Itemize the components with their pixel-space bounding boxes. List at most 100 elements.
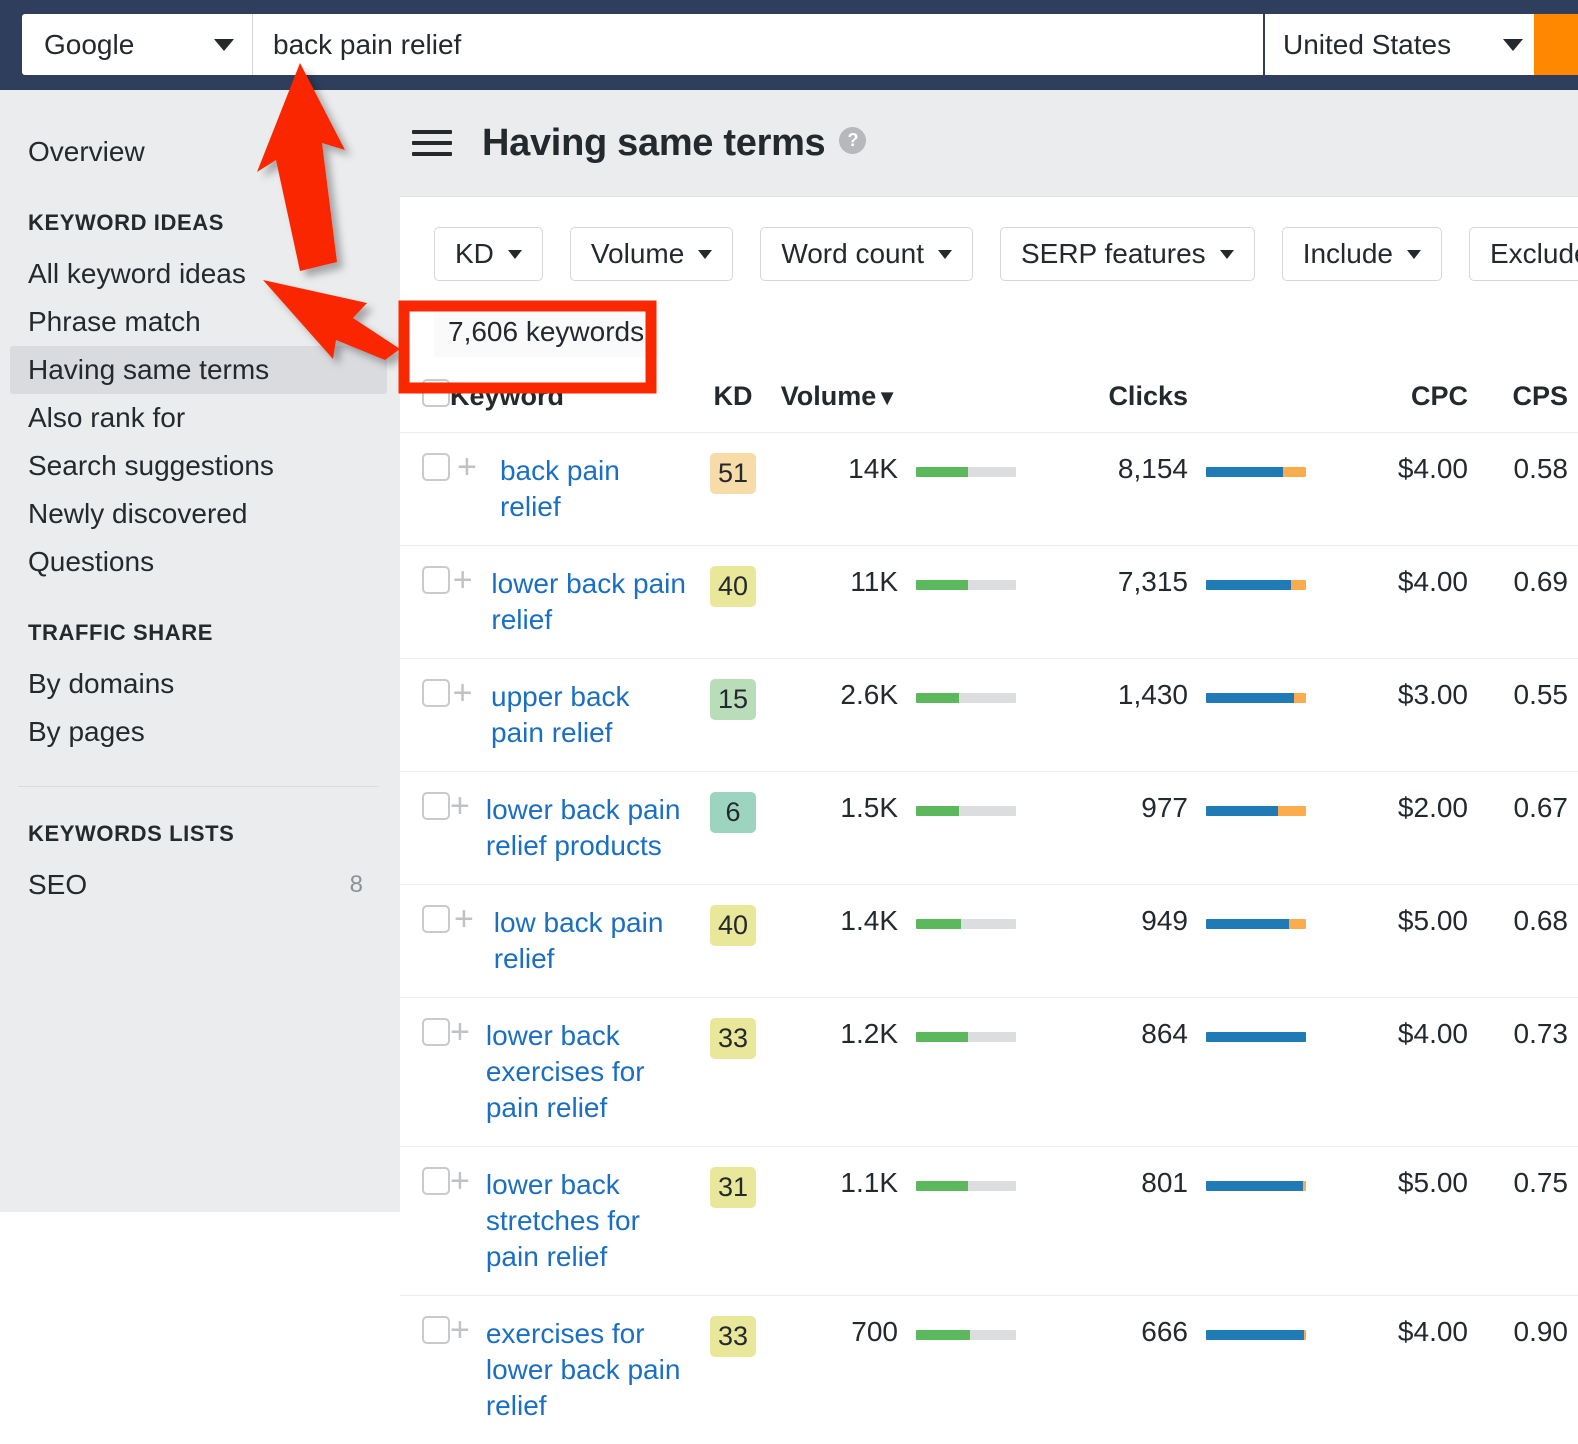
table-row[interactable]: +lower back pain relief products61.5K977… bbox=[400, 772, 1578, 885]
filter-include-button[interactable]: Include bbox=[1282, 227, 1442, 281]
keyword-link[interactable]: lower back exercises for pain relief bbox=[486, 1018, 688, 1126]
filter-label: Exclude bbox=[1490, 238, 1578, 270]
column-header-keyword[interactable]: Keyword bbox=[450, 371, 688, 433]
add-keyword-icon[interactable]: + bbox=[450, 1167, 470, 1195]
add-keyword-icon[interactable]: + bbox=[450, 1018, 470, 1046]
add-keyword-icon[interactable]: + bbox=[450, 1316, 470, 1344]
volume-bar-cell bbox=[898, 885, 1028, 998]
row-checkbox[interactable] bbox=[422, 1018, 450, 1046]
row-select-cell bbox=[400, 659, 450, 772]
select-all-checkbox[interactable] bbox=[422, 379, 450, 407]
add-keyword-icon[interactable]: + bbox=[450, 566, 475, 594]
volume-bar-cell bbox=[898, 433, 1028, 546]
volume-bar-cell bbox=[898, 546, 1028, 659]
clicks-bar bbox=[1206, 1181, 1306, 1191]
cpc-cell: $4.00 bbox=[1328, 546, 1468, 659]
sidebar-item-count: 8 bbox=[350, 871, 363, 899]
column-header-cps[interactable]: CPS bbox=[1468, 371, 1578, 433]
volume-bar bbox=[916, 1032, 1016, 1042]
help-icon[interactable]: ? bbox=[839, 127, 866, 154]
row-checkbox[interactable] bbox=[422, 1167, 450, 1195]
sidebar-heading-keywords-lists: KEYWORDS LISTS bbox=[10, 821, 397, 847]
table-row[interactable]: +lower back stretches for pain relief311… bbox=[400, 1147, 1578, 1296]
clicks-bar bbox=[1206, 1330, 1306, 1340]
row-checkbox[interactable] bbox=[422, 679, 450, 707]
column-header-kd[interactable]: KD bbox=[688, 371, 778, 433]
sidebar-item-questions[interactable]: Questions bbox=[10, 538, 387, 586]
keyword-link[interactable]: lower back pain relief products bbox=[486, 792, 688, 864]
page-title: Having same terms? bbox=[482, 122, 866, 165]
add-keyword-icon[interactable]: + bbox=[450, 453, 484, 481]
volume-bar bbox=[916, 919, 1016, 929]
filter-word-count-button[interactable]: Word count bbox=[760, 227, 973, 281]
column-header-cpc[interactable]: CPC bbox=[1328, 371, 1468, 433]
sidebar-item-label: By domains bbox=[28, 668, 174, 700]
chevron-down-icon bbox=[1220, 250, 1234, 259]
column-header-clicks[interactable]: Clicks bbox=[1028, 371, 1188, 433]
volume-cell: 2.6K bbox=[778, 659, 898, 772]
search-bar: Google back pain relief bbox=[22, 14, 1263, 75]
cpc-cell: $5.00 bbox=[1328, 885, 1468, 998]
add-keyword-icon[interactable]: + bbox=[450, 905, 478, 933]
keyword-link[interactable]: low back pain relief bbox=[494, 905, 688, 977]
results-panel: KD Volume Word count SERP features Inclu… bbox=[400, 196, 1578, 1212]
add-keyword-icon[interactable]: + bbox=[450, 792, 470, 820]
row-checkbox[interactable] bbox=[422, 905, 450, 933]
column-header-volume[interactable]: Volume▼ bbox=[778, 371, 898, 433]
keyword-link[interactable]: exercises for lower back pain relief bbox=[486, 1316, 688, 1424]
column-header-volume-label: Volume bbox=[781, 381, 877, 411]
sidebar-item-having-same-terms[interactable]: Having same terms bbox=[10, 346, 387, 394]
sidebar-item-by-domains[interactable]: By domains bbox=[10, 660, 387, 708]
kd-badge: 31 bbox=[710, 1167, 756, 1208]
volume-bar-cell bbox=[898, 1147, 1028, 1296]
clicks-bar-cell bbox=[1188, 1147, 1328, 1296]
sidebar-item-label: Also rank for bbox=[28, 402, 185, 434]
row-checkbox[interactable] bbox=[422, 1316, 450, 1344]
clicks-cell: 7,315 bbox=[1028, 546, 1188, 659]
cps-cell: 0.55 bbox=[1468, 659, 1578, 772]
hamburger-menu-icon[interactable] bbox=[412, 123, 452, 163]
cpc-cell: $4.00 bbox=[1328, 1296, 1468, 1444]
search-submit-button[interactable] bbox=[1534, 14, 1578, 75]
table-row[interactable]: +exercises for lower back pain relief337… bbox=[400, 1296, 1578, 1444]
table-row[interactable]: +upper back pain relief152.6K1,430$3.000… bbox=[400, 659, 1578, 772]
table-row[interactable]: + lower back exercises for pain relief331… bbox=[400, 998, 1578, 1147]
country-value: United States bbox=[1283, 29, 1451, 61]
sidebar-item-label: Search suggestions bbox=[28, 450, 274, 482]
kd-badge: 40 bbox=[710, 905, 756, 946]
keyword-link[interactable]: lower back pain relief bbox=[491, 566, 688, 638]
table-row[interactable]: +low back pain relief401.4K949$5.000.68 bbox=[400, 885, 1578, 998]
filter-volume-button[interactable]: Volume bbox=[570, 227, 733, 281]
sidebar-divider bbox=[18, 786, 379, 787]
sidebar-item-overview[interactable]: Overview bbox=[10, 128, 387, 176]
country-select[interactable]: United States bbox=[1265, 14, 1545, 75]
filter-exclude-button[interactable]: Exclude bbox=[1469, 227, 1578, 281]
row-checkbox[interactable] bbox=[422, 566, 450, 594]
sidebar-item-all-keyword-ideas[interactable]: All keyword ideas bbox=[10, 250, 387, 298]
cpc-cell: $2.00 bbox=[1328, 772, 1468, 885]
keyword-link[interactable]: lower back stretches for pain relief bbox=[486, 1167, 688, 1275]
sidebar-item-search-suggestions[interactable]: Search suggestions bbox=[10, 442, 387, 490]
table-row[interactable]: +back pain relief5114K8,154$4.000.58 bbox=[400, 433, 1578, 546]
search-engine-select[interactable]: Google bbox=[22, 14, 252, 75]
cps-cell: 0.73 bbox=[1468, 998, 1578, 1147]
row-checkbox[interactable] bbox=[422, 453, 450, 481]
keyword-link[interactable]: back pain relief bbox=[500, 453, 688, 525]
sidebar-item-phrase-match[interactable]: Phrase match bbox=[10, 298, 387, 346]
sidebar-item-by-pages[interactable]: By pages bbox=[10, 708, 387, 756]
filter-kd-button[interactable]: KD bbox=[434, 227, 543, 281]
volume-cell: 1.2K bbox=[778, 998, 898, 1147]
keyword-link[interactable]: upper back pain relief bbox=[491, 679, 688, 751]
kd-cell: 33 bbox=[688, 1296, 778, 1444]
cpc-cell: $4.00 bbox=[1328, 433, 1468, 546]
table-row[interactable]: +lower back pain relief4011K7,315$4.000.… bbox=[400, 546, 1578, 659]
row-checkbox[interactable] bbox=[422, 792, 450, 820]
kd-cell: 33 bbox=[688, 998, 778, 1147]
sidebar-item-seo[interactable]: SEO 8 bbox=[10, 861, 387, 909]
keyword-cell: + exercises for lower back pain relief bbox=[450, 1296, 688, 1444]
sidebar-item-also-rank-for[interactable]: Also rank for bbox=[10, 394, 387, 442]
search-query-input[interactable]: back pain relief bbox=[253, 14, 1263, 75]
filter-serp-features-button[interactable]: SERP features bbox=[1000, 227, 1255, 281]
sidebar-item-newly-discovered[interactable]: Newly discovered bbox=[10, 490, 387, 538]
add-keyword-icon[interactable]: + bbox=[450, 679, 475, 707]
